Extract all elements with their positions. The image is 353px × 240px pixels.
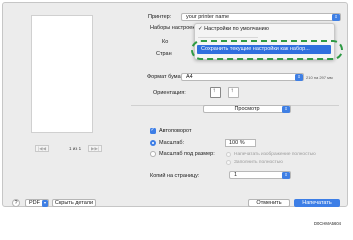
scale-input[interactable]: 100 % [225, 139, 256, 147]
paper-size-text: 210 на 297 мм [306, 75, 333, 80]
copies-per-page-select[interactable]: 1 ⇕ [229, 171, 291, 179]
section-value: Просмотр [234, 106, 260, 112]
presets-label: Наборы настроек [150, 25, 195, 31]
scale-label: Масштаб: [159, 140, 185, 146]
fit-option2-label: Заполнить полностью [234, 159, 283, 165]
printer-label: Принтер: [148, 14, 172, 20]
orientation-label: Ориентация: [153, 90, 186, 96]
help-button[interactable]: ? [12, 199, 20, 207]
section-select[interactable]: Просмотр ⇕ [203, 105, 291, 113]
fit-option2-radio[interactable] [226, 160, 231, 165]
landscape-button[interactable]: ↑ [228, 87, 239, 98]
chevron-updown-icon: ⇕ [282, 172, 290, 179]
highlight-callout [191, 40, 343, 60]
copies-per-page-label: Копий на страницу: [150, 173, 200, 179]
fit-label: Масштаб под размер: [159, 151, 215, 157]
checkmark-icon: ✓ [150, 126, 155, 133]
last-page-icon: ▶▶| [91, 145, 100, 151]
copies-label-partial: Ко [162, 39, 169, 45]
cancel-button[interactable]: Отменить [248, 199, 290, 207]
print-button[interactable]: Напечатать [294, 199, 340, 207]
pdf-label: PDF [29, 200, 40, 206]
last-page-button[interactable]: ▶▶| [88, 145, 102, 152]
chevron-updown-icon: ⇕ [332, 14, 340, 21]
pdf-button[interactable]: PDF ▾ [25, 199, 49, 207]
paper-value: A4 [186, 74, 193, 80]
fit-option1-label: Напечатать изображение полностью [234, 151, 316, 157]
printer-select[interactable]: your printer name ⇕ [181, 13, 341, 21]
printer-value: your printer name [186, 14, 230, 20]
chevron-updown-icon: ⇕ [282, 106, 290, 113]
scale-radio[interactable] [150, 140, 156, 146]
preview-page [31, 15, 93, 133]
chevron-updown-icon: ⇕ [295, 74, 303, 81]
autorotate-checkbox[interactable]: ✓ [150, 126, 156, 134]
checkmark-icon: ✓ [198, 26, 203, 32]
chevron-down-icon: ▾ [42, 200, 48, 207]
paper-select[interactable]: A4 ⇕ [181, 73, 304, 81]
first-page-button[interactable]: |◀◀ [35, 145, 49, 152]
hide-details-button[interactable]: Скрыть детали [52, 199, 96, 207]
fit-option1-radio[interactable] [226, 152, 231, 157]
portrait-button[interactable]: ↑ [210, 87, 221, 98]
menu-item-default[interactable]: ✓ Настройки по умолчанию [198, 26, 269, 32]
pages-label-partial: Стран [156, 51, 172, 57]
copies-per-page-value: 1 [234, 172, 238, 178]
fit-radio[interactable] [150, 151, 156, 157]
print-dialog: |◀◀ 1 из 1 ▶▶| Принтер: your printer nam… [2, 2, 348, 207]
autorotate-label: Автоповорот [159, 128, 192, 134]
page-indicator: 1 из 1 [69, 146, 82, 151]
portrait-orientation-icon: ↑ [212, 88, 216, 94]
first-page-icon: |◀◀ [38, 145, 47, 151]
landscape-orientation-icon: ↑ [230, 88, 234, 94]
image-code: D0CHMA5604 [314, 221, 341, 226]
menu-divider [198, 37, 258, 38]
